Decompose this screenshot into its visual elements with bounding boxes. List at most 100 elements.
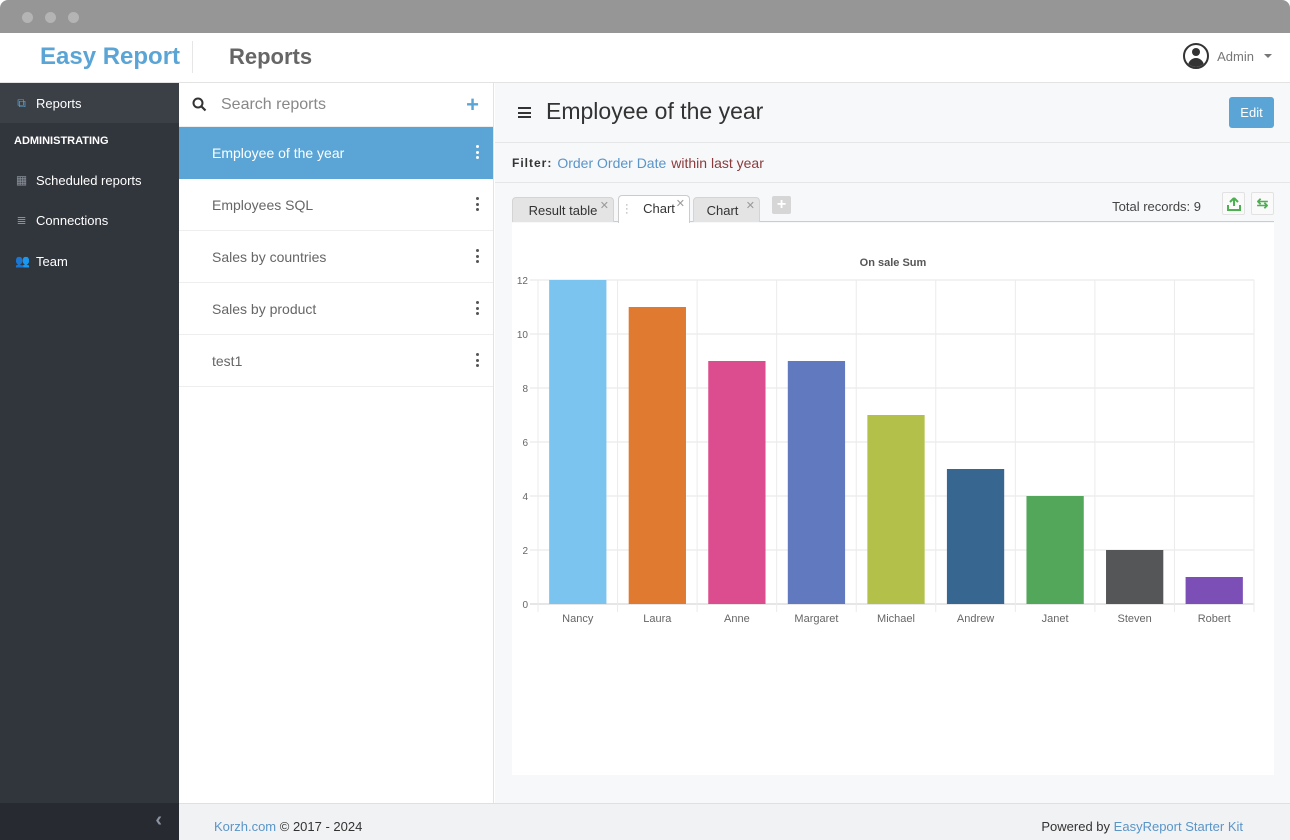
korzh-link[interactable]: Korzh.com — [214, 819, 276, 834]
bar-chart: On sale Sum 0 2 4 6 8 10 12 Nancy Laura Anne Marga… — [517, 257, 1255, 625]
report-item-label: Sales by countries — [212, 248, 327, 265]
bar-andrew[interactable] — [946, 469, 1005, 604]
users-icon: 👥 — [15, 253, 30, 268]
export-button[interactable] — [1222, 192, 1245, 215]
bar-margaret[interactable] — [787, 361, 846, 604]
copyright-text: © 2017 - 2024 — [279, 819, 363, 834]
x-tick-label: Michael — [877, 613, 915, 625]
report-title: Employee of the year — [546, 98, 764, 124]
sidebar-item-label: Reports — [36, 95, 82, 111]
filter-field-link[interactable]: Order Order Date — [557, 155, 666, 171]
add-report-button[interactable]: + — [466, 92, 479, 118]
window-close-button[interactable] — [22, 12, 33, 23]
window-minimize-button[interactable] — [45, 12, 56, 23]
result-tabs: Result table ✕ · · · Chart ✕ Chart ✕ + Tot… — [512, 192, 1274, 223]
menu-icon[interactable] — [518, 107, 531, 118]
reports-icon: ⧉ — [17, 95, 26, 110]
refresh-button[interactable]: ⇆ — [1251, 192, 1274, 215]
sidebar-item-label: Team — [36, 253, 68, 269]
tab-chart-1[interactable]: · · · Chart ✕ — [618, 195, 690, 223]
more-options-icon[interactable] — [476, 353, 480, 367]
database-icon: ≣ — [16, 212, 27, 227]
sidebar-collapse-button[interactable]: ‹ — [0, 803, 179, 840]
caret-down-icon — [1264, 54, 1272, 58]
report-list-item[interactable]: Sales by product — [179, 283, 493, 335]
page-title: Reports — [229, 44, 313, 69]
footer-left: Korzh.com © 2017 - 2024 — [214, 819, 362, 834]
bar-steven[interactable] — [1106, 550, 1164, 604]
sidebar-item-connections[interactable]: ≣ Connections — [0, 200, 179, 240]
user-name: Admin — [1217, 48, 1254, 64]
bar-robert[interactable] — [1185, 577, 1243, 604]
easyreport-link[interactable]: EasyReport Starter Kit — [1114, 819, 1243, 834]
report-list-item[interactable]: test1 — [179, 335, 493, 387]
bar-michael[interactable] — [867, 415, 925, 604]
report-item-label: Employees SQL — [212, 196, 314, 213]
report-view: Employee of the year Edit Filter: Order … — [495, 83, 1290, 803]
y-tick-label: 0 — [522, 600, 528, 611]
sidebar-item-label: Scheduled reports — [36, 172, 142, 188]
window-maximize-button[interactable] — [68, 12, 79, 23]
sidebar-section-heading: ADMINISTRATING — [14, 135, 109, 147]
tab-label: Chart — [706, 203, 739, 218]
x-tick-label: Anne — [724, 613, 750, 625]
brand-logo[interactable]: Easy Report — [40, 43, 180, 71]
search-input[interactable] — [221, 95, 451, 114]
report-header: Employee of the year Edit — [495, 83, 1290, 143]
close-icon[interactable]: ✕ — [676, 197, 685, 210]
sidebar-item-team[interactable]: 👥 Team — [0, 241, 179, 281]
chevron-left-icon: ‹ — [155, 809, 162, 831]
report-item-label: Employee of the year — [212, 145, 345, 161]
y-tick-label: 2 — [522, 546, 528, 557]
chart-title: On sale Sum — [860, 257, 927, 269]
edit-button[interactable]: Edit — [1229, 97, 1274, 128]
bar-janet[interactable] — [1026, 496, 1084, 604]
drag-handle-icon[interactable]: · · · — [625, 200, 629, 219]
report-item-label: Sales by product — [212, 300, 317, 317]
add-tab-button[interactable]: + — [772, 196, 791, 214]
total-records: Total records: 9 — [1112, 199, 1201, 214]
sidebar: ⧉ Reports ADMINISTRATING ▦ Scheduled rep… — [0, 83, 179, 840]
more-options-icon[interactable] — [476, 301, 480, 315]
more-options-icon[interactable] — [476, 145, 480, 159]
report-list-panel: + Employee of the year Employees SQL Sal… — [179, 83, 494, 803]
close-icon[interactable]: ✕ — [600, 199, 609, 212]
tab-label: Chart — [643, 201, 675, 216]
tab-label: Result table — [528, 203, 598, 218]
search-bar: + — [179, 83, 493, 127]
header-divider — [192, 41, 193, 73]
x-tick-label: Nancy — [562, 613, 594, 625]
report-list-item[interactable]: Employees SQL — [179, 179, 493, 231]
user-circle-icon — [1183, 43, 1210, 69]
upload-icon — [1226, 197, 1241, 211]
bar-laura[interactable] — [628, 307, 686, 604]
footer: Korzh.com © 2017 - 2024 Powered by EasyR… — [179, 803, 1290, 840]
y-tick-label: 10 — [517, 330, 529, 341]
search-icon — [192, 97, 207, 112]
x-tick-label: Laura — [643, 613, 672, 625]
y-tick-label: 8 — [522, 384, 528, 395]
x-tick-label: Janet — [1042, 613, 1069, 625]
powered-by-text: Powered by — [1041, 819, 1111, 834]
footer-right: Powered by EasyReport Starter Kit — [1041, 819, 1243, 834]
report-list-item[interactable]: Sales by countries — [179, 231, 493, 283]
chart-container: On sale Sum 0 2 4 6 8 10 12 Nancy Laura Anne Marga… — [512, 223, 1274, 775]
x-tick-label: Margaret — [794, 613, 838, 625]
x-tick-label: Robert — [1198, 613, 1231, 625]
filter-operator-link[interactable]: within last year — [671, 155, 764, 171]
sidebar-item-scheduled-reports[interactable]: ▦ Scheduled reports — [0, 160, 179, 200]
report-item-label: test1 — [212, 352, 243, 369]
y-tick-label: 12 — [517, 276, 529, 287]
bar-anne[interactable] — [708, 361, 766, 604]
user-menu[interactable]: Admin — [1183, 43, 1272, 69]
tab-chart-2[interactable]: Chart ✕ — [693, 197, 760, 222]
tab-result-table[interactable]: Result table ✕ — [512, 197, 614, 222]
filter-label: Filter: — [512, 155, 553, 170]
app-header: Easy Report Reports Admin — [0, 33, 1290, 83]
more-options-icon[interactable] — [476, 197, 480, 211]
report-list-item[interactable]: Employee of the year — [179, 127, 493, 179]
sidebar-item-reports[interactable]: ⧉ Reports — [0, 83, 179, 123]
more-options-icon[interactable] — [476, 249, 480, 263]
close-icon[interactable]: ✕ — [746, 199, 755, 212]
bar-nancy[interactable] — [549, 280, 607, 604]
